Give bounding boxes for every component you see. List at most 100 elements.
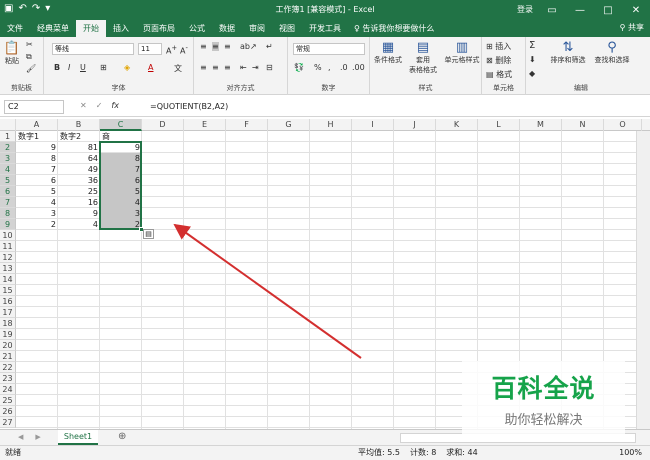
cell-a9[interactable]: 2 (16, 219, 58, 230)
wrap-text-icon[interactable]: ↵ (266, 42, 273, 51)
cell-styles-button[interactable]: ▥ 单元格样式 (442, 40, 482, 65)
tell-me-box[interactable]: ♀ 告诉我你想要做什么 (354, 23, 434, 34)
column-header-a[interactable]: A (16, 119, 58, 131)
column-header-g[interactable]: G (268, 119, 310, 131)
tab-formulas[interactable]: 公式 (182, 20, 212, 37)
next-sheet-icon[interactable]: ▶ (35, 433, 40, 441)
row-header-3[interactable]: 3 (0, 153, 16, 164)
merge-center-icon[interactable]: ⊟ (266, 63, 273, 72)
cut-icon[interactable]: ✂ (26, 40, 33, 49)
cell-a5[interactable]: 6 (16, 175, 58, 186)
row-header-27[interactable]: 27 (0, 417, 16, 428)
quick-analysis-icon[interactable]: ▤ (143, 229, 154, 239)
bold-icon[interactable]: B (54, 63, 60, 72)
cancel-icon[interactable]: ✕ (80, 101, 87, 110)
phonetic-icon[interactable]: 文 (174, 63, 182, 74)
row-header-13[interactable]: 13 (0, 263, 16, 274)
add-sheet-icon[interactable]: ⊕ (118, 431, 126, 442)
row-header-23[interactable]: 23 (0, 373, 16, 384)
column-header-d[interactable]: D (142, 119, 184, 131)
font-color-icon[interactable]: A (148, 63, 153, 72)
tab-page-layout[interactable]: 页面布局 (136, 20, 182, 37)
row-header-25[interactable]: 25 (0, 395, 16, 406)
sort-filter-button[interactable]: ⇅ 排序和筛选 (546, 40, 590, 65)
name-box[interactable]: C2 (4, 100, 64, 114)
tab-insert[interactable]: 插入 (106, 20, 136, 37)
fill-icon[interactable]: ⬇ (529, 55, 536, 64)
align-right-icon[interactable]: ≡ (224, 63, 231, 72)
fill-color-icon[interactable]: ◈ (124, 63, 130, 72)
row-header-15[interactable]: 15 (0, 285, 16, 296)
find-select-button[interactable]: ⚲ 查找和选择 (590, 40, 634, 65)
cell-a1[interactable]: 数字1 (16, 131, 58, 142)
cell-a4[interactable]: 7 (16, 164, 58, 175)
row-header-8[interactable]: 8 (0, 208, 16, 219)
column-header-i[interactable]: I (352, 119, 394, 131)
prev-sheet-icon[interactable]: ◀ (18, 433, 23, 441)
tab-classic-menu[interactable]: 经典菜单 (30, 20, 76, 37)
autosum-icon[interactable]: Σ (529, 40, 535, 51)
enter-icon[interactable]: ✓ (96, 101, 103, 110)
decrease-indent-icon[interactable]: ⇤ (240, 63, 247, 72)
font-size-select[interactable]: 11 (138, 43, 162, 55)
maximize-icon[interactable]: □ (594, 0, 622, 20)
currency-icon[interactable]: 💱 (294, 63, 304, 72)
decrease-decimal-icon[interactable]: .00 (352, 63, 365, 72)
font-name-select[interactable]: 等线 (52, 43, 134, 55)
row-header-19[interactable]: 19 (0, 329, 16, 340)
number-format-select[interactable]: 常规 (293, 43, 365, 55)
ribbon-display-icon[interactable]: ▭ (538, 0, 566, 20)
row-header-14[interactable]: 14 (0, 274, 16, 285)
column-header-m[interactable]: M (520, 119, 562, 131)
font-grow-icon[interactable]: A+ (166, 44, 177, 56)
align-center-icon[interactable]: ≡ (212, 63, 219, 72)
cell-a8[interactable]: 3 (16, 208, 58, 219)
row-header-10[interactable]: 10 (0, 230, 16, 241)
column-header-k[interactable]: K (436, 119, 478, 131)
row-header-9[interactable]: 9 (0, 219, 16, 230)
underline-icon[interactable]: U (80, 63, 86, 72)
cell-b3[interactable]: 64 (58, 153, 100, 164)
border-icon[interactable]: ⊞ (100, 63, 107, 72)
vertical-scrollbar[interactable] (636, 131, 650, 429)
align-bottom-icon[interactable]: ≡ (224, 42, 231, 51)
row-header-4[interactable]: 4 (0, 164, 16, 175)
column-header-h[interactable]: H (310, 119, 352, 131)
italic-icon[interactable]: I (68, 63, 70, 72)
login-link[interactable]: 登录 (517, 4, 533, 15)
font-shrink-icon[interactable]: A- (180, 44, 188, 56)
row-header-6[interactable]: 6 (0, 186, 16, 197)
row-header-5[interactable]: 5 (0, 175, 16, 186)
cell-a7[interactable]: 4 (16, 197, 58, 208)
formula-input[interactable]: =QUOTIENT(B2,A2) (146, 100, 636, 114)
tab-review[interactable]: 审阅 (242, 20, 272, 37)
row-header-26[interactable]: 26 (0, 406, 16, 417)
minimize-icon[interactable]: — (566, 0, 594, 20)
align-middle-icon[interactable]: ≡ (212, 42, 219, 51)
column-header-j[interactable]: J (394, 119, 436, 131)
column-header-b[interactable]: B (58, 119, 100, 131)
column-header-o[interactable]: O (604, 119, 642, 131)
tab-data[interactable]: 数据 (212, 20, 242, 37)
tab-home[interactable]: 开始 (76, 20, 106, 37)
row-header-12[interactable]: 12 (0, 252, 16, 263)
align-left-icon[interactable]: ≡ (200, 63, 207, 72)
cell-b8[interactable]: 9 (58, 208, 100, 219)
cell-b2[interactable]: 81 (58, 142, 100, 153)
format-cells-button[interactable]: ▤ 格式 (486, 69, 512, 80)
comma-icon[interactable]: , (328, 63, 331, 72)
column-header-e[interactable]: E (184, 119, 226, 131)
close-icon[interactable]: ✕ (622, 0, 650, 20)
row-header-18[interactable]: 18 (0, 318, 16, 329)
delete-cells-button[interactable]: ⊠ 删除 (486, 55, 511, 66)
insert-cells-button[interactable]: ⊞ 插入 (486, 41, 511, 52)
cell-b6[interactable]: 25 (58, 186, 100, 197)
insert-function-icon[interactable]: fx (111, 101, 119, 110)
column-header-n[interactable]: N (562, 119, 604, 131)
cell-a6[interactable]: 5 (16, 186, 58, 197)
select-all-corner[interactable] (0, 119, 16, 131)
row-header-16[interactable]: 16 (0, 296, 16, 307)
cell-b9[interactable]: 4 (58, 219, 100, 230)
row-header-24[interactable]: 24 (0, 384, 16, 395)
column-header-c[interactable]: C (100, 119, 142, 131)
